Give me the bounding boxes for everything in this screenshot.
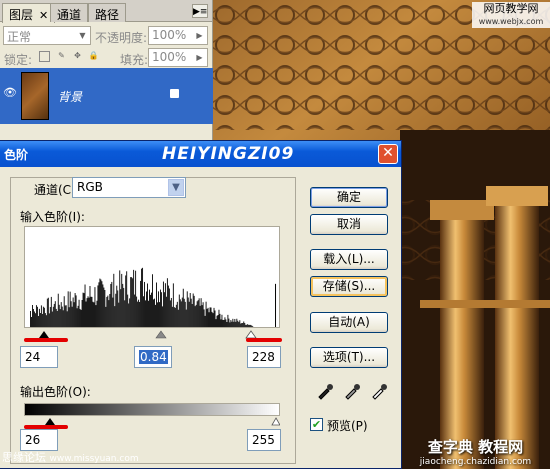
channel-select[interactable]: RGB ▼ bbox=[72, 177, 186, 198]
layer-row-background[interactable]: 👁 背景 bbox=[0, 68, 213, 124]
input-black-slider-handle[interactable] bbox=[39, 331, 49, 338]
output-gradient bbox=[24, 403, 280, 416]
dialog-title: 色阶 bbox=[4, 148, 29, 162]
red-annotation-mark bbox=[246, 338, 282, 342]
chevron-right-icon: ▶ bbox=[196, 53, 203, 62]
black-eyedropper-icon[interactable] bbox=[316, 382, 334, 400]
cancel-button[interactable]: 取消 bbox=[310, 214, 388, 235]
dialog-title-brand: HEIYINGZI09 bbox=[162, 144, 295, 164]
auto-button[interactable]: 自动(A) bbox=[310, 312, 388, 333]
histogram bbox=[24, 226, 280, 328]
ok-button[interactable]: 确定 bbox=[310, 187, 388, 208]
watermark-bottom-left: 思缘论坛 www.missyuan.com bbox=[2, 449, 139, 465]
opacity-label: 不透明度: bbox=[95, 31, 148, 45]
fill-label: 填充: bbox=[120, 53, 149, 67]
chevron-down-icon: ▼ bbox=[79, 31, 86, 40]
load-button[interactable]: 载入(L)... bbox=[310, 249, 388, 270]
input-gamma-field[interactable]: 0.84 bbox=[134, 346, 172, 368]
watermark-bl-sub: www.missyuan.com bbox=[49, 454, 139, 464]
layers-panel: 图层 ✕ 通道 路径 ▶≡ 正常 ▼ 不透明度: 100% ▶ 锁定: ✎ ✥ 🔒… bbox=[0, 0, 213, 140]
blend-mode-select[interactable]: 正常 ▼ bbox=[3, 26, 91, 45]
triangle-menu-icon[interactable]: ▶≡ bbox=[192, 4, 208, 18]
blend-row: 正常 ▼ 不透明度: 100% ▶ bbox=[0, 24, 213, 48]
input-white-slider-handle[interactable] bbox=[245, 330, 257, 339]
watermark-top-main: 网页教学网 bbox=[483, 2, 539, 15]
watermark-top-sub: www.webjx.com bbox=[478, 17, 544, 26]
input-gray-slider-handle[interactable] bbox=[155, 330, 167, 339]
output-white-slider-handle[interactable] bbox=[271, 417, 280, 426]
tab-paths-label: 路径 bbox=[95, 8, 120, 22]
fill-value: 100% bbox=[152, 50, 187, 64]
input-gamma-value: 0.84 bbox=[139, 350, 168, 364]
output-white-field[interactable]: 255 bbox=[247, 429, 281, 451]
tab-paths[interactable]: 路径 bbox=[88, 3, 127, 22]
output-black-slider-handle[interactable] bbox=[45, 418, 55, 425]
panel-tab-bar: 图层 ✕ 通道 路径 ▶≡ bbox=[0, 0, 212, 23]
eye-icon[interactable]: 👁 bbox=[3, 86, 17, 99]
tab-channels-label: 通道 bbox=[57, 8, 82, 22]
lock-label: 锁定: bbox=[4, 53, 33, 67]
opacity-value: 100% bbox=[152, 28, 187, 42]
tab-layers[interactable]: 图层 ✕ bbox=[2, 3, 56, 23]
watermark-bl-main: 思缘论坛 bbox=[2, 451, 46, 464]
dialog-titlebar[interactable]: 色阶 HEIYINGZI09 ✕ bbox=[0, 141, 401, 167]
input-levels-label: 输入色阶(I): bbox=[20, 210, 85, 224]
lock-all-icon[interactable]: 🔒 bbox=[88, 51, 99, 62]
watermark-bottom-right: 查字典 教程网 jiaocheng.chazidian.com bbox=[403, 436, 548, 467]
save-button[interactable]: 存储(S)... bbox=[310, 276, 388, 297]
lock-row: 锁定: ✎ ✥ 🔒 填充: 100% ▶ bbox=[0, 46, 213, 70]
lock-paint-icon[interactable]: ✎ bbox=[56, 51, 67, 62]
watermark-top-right: 网页教学网 www.webjx.com bbox=[472, 2, 550, 28]
channel-value: RGB bbox=[77, 180, 103, 194]
close-icon[interactable]: ✕ bbox=[39, 9, 48, 22]
fill-field[interactable]: 100% ▶ bbox=[148, 48, 208, 67]
opacity-field[interactable]: 100% ▶ bbox=[148, 26, 208, 45]
tab-layers-label: 图层 bbox=[9, 8, 34, 22]
input-black-field[interactable]: 24 bbox=[20, 346, 58, 368]
layer-name[interactable]: 背景 bbox=[58, 88, 82, 105]
options-button[interactable]: 选项(T)... bbox=[310, 347, 388, 368]
preview-checkbox[interactable]: ✔ bbox=[310, 418, 323, 431]
white-eyedropper-icon[interactable] bbox=[370, 382, 388, 400]
levels-dialog: 色阶 HEIYINGZI09 ✕ 通道(C): RGB ▼ 输入色阶(I): 2… bbox=[0, 140, 402, 469]
watermark-br-sub: jiaocheng.chazidian.com bbox=[419, 457, 532, 467]
tab-channels[interactable]: 通道 bbox=[50, 3, 89, 22]
layer-thumbnail bbox=[21, 72, 49, 120]
output-black-field[interactable]: 26 bbox=[20, 429, 58, 451]
blend-mode-value: 正常 bbox=[7, 30, 32, 44]
close-button[interactable]: ✕ bbox=[378, 144, 398, 164]
red-annotation-mark bbox=[24, 338, 68, 342]
input-white-field[interactable]: 228 bbox=[247, 346, 281, 368]
watermark-br-main: 查字典 教程网 bbox=[427, 438, 524, 456]
gray-eyedropper-icon[interactable] bbox=[343, 382, 361, 400]
chevron-right-icon: ▶ bbox=[196, 31, 203, 40]
lock-move-icon[interactable]: ✥ bbox=[72, 51, 83, 62]
chevron-down-icon: ▼ bbox=[168, 179, 184, 196]
output-levels-label: 输出色阶(O): bbox=[20, 385, 91, 399]
preview-label[interactable]: 预览(P) bbox=[327, 417, 368, 434]
lock-icon bbox=[170, 89, 179, 98]
lock-transparency-icon[interactable] bbox=[39, 51, 50, 62]
